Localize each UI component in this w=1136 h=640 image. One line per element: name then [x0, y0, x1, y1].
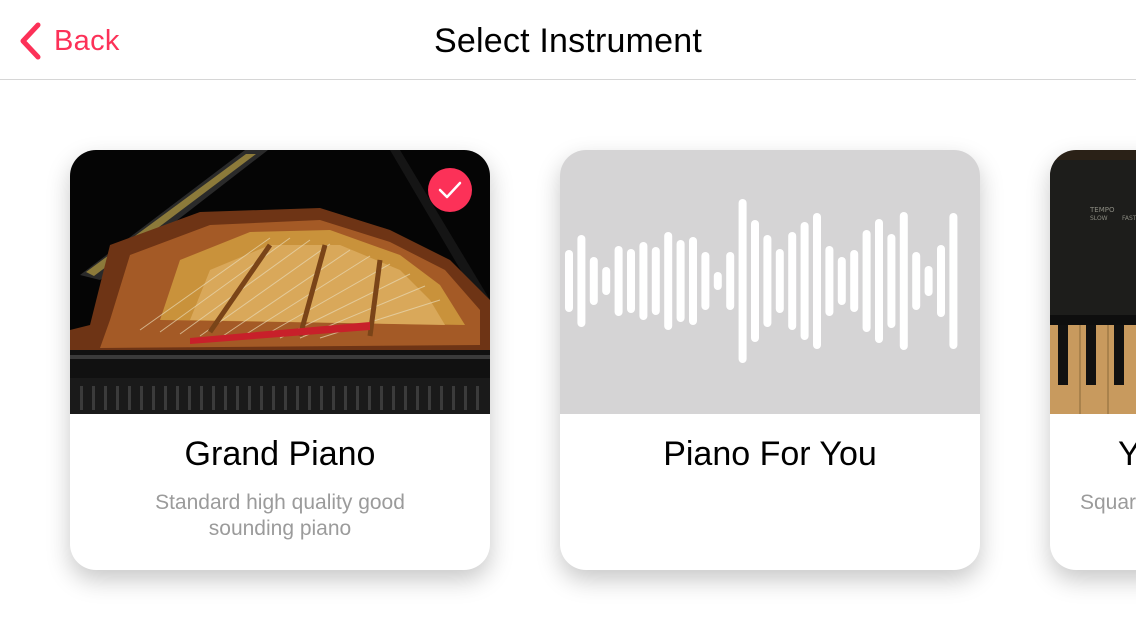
- page-title: Select Instrument: [434, 22, 702, 60]
- waveform-bar: [651, 247, 660, 315]
- waveform-bar: [751, 220, 759, 342]
- waveform-bar: [664, 232, 673, 330]
- waveform-bar: [565, 250, 573, 312]
- card-title: Piano For You: [663, 435, 877, 473]
- waveform-bar: [639, 242, 648, 320]
- waveform-bar: [875, 219, 883, 343]
- waveform-bar: [850, 250, 859, 312]
- waveform-bar: [825, 246, 834, 316]
- waveform-icon: [560, 150, 980, 414]
- waveform-bar: [924, 266, 933, 296]
- waveform-bar: [763, 235, 772, 327]
- waveform-bar: [937, 245, 945, 317]
- waveform-bar: [887, 234, 896, 328]
- waveform-bar: [614, 246, 623, 316]
- waveform-bar: [602, 267, 611, 295]
- upright-keyboard-photo: TEMPO SLOW FAST: [1050, 150, 1136, 414]
- navigation-bar: Back Select Instrument: [0, 0, 1136, 80]
- svg-text:FAST: FAST: [1122, 215, 1136, 222]
- card-title: Grand Piano: [184, 435, 376, 473]
- waveform-bar: [837, 257, 846, 305]
- instrument-card-piano-for-you[interactable]: Piano For You: [560, 150, 980, 570]
- waveform-bar: [899, 212, 908, 350]
- svg-text:SLOW: SLOW: [1090, 215, 1108, 222]
- card-description: Squar: [1080, 491, 1136, 514]
- waveform-bar: [738, 199, 747, 363]
- card-title: Y: [1118, 435, 1136, 473]
- selected-checkmark-icon: [428, 168, 472, 212]
- waveform-bar: [949, 213, 958, 349]
- grand-piano-photo: [70, 150, 490, 414]
- waveform-bar: [577, 235, 586, 327]
- waveform-bar: [713, 272, 722, 290]
- waveform-bar: [676, 240, 685, 322]
- instrument-card-partial[interactable]: TEMPO SLOW FAST Y Squar: [1050, 150, 1136, 570]
- instrument-card-grand-piano[interactable]: Grand Piano Standard high quality good s…: [70, 150, 490, 570]
- waveform-bar: [701, 252, 710, 310]
- waveform-bar: [862, 230, 871, 332]
- waveform-bar: [689, 237, 697, 325]
- waveform-bar: [775, 249, 784, 313]
- instrument-carousel[interactable]: Grand Piano Standard high quality good s…: [0, 80, 1136, 640]
- card-description: Standard high quality good sounding pian…: [155, 491, 405, 540]
- waveform-bar: [912, 252, 921, 310]
- waveform-bar: [726, 252, 735, 310]
- waveform-bar: [589, 257, 598, 305]
- waveform-bar: [788, 232, 797, 330]
- waveform-bar: [627, 249, 635, 313]
- waveform-bar: [800, 222, 809, 340]
- svg-text:TEMPO: TEMPO: [1089, 206, 1115, 214]
- waveform-bar: [813, 213, 821, 349]
